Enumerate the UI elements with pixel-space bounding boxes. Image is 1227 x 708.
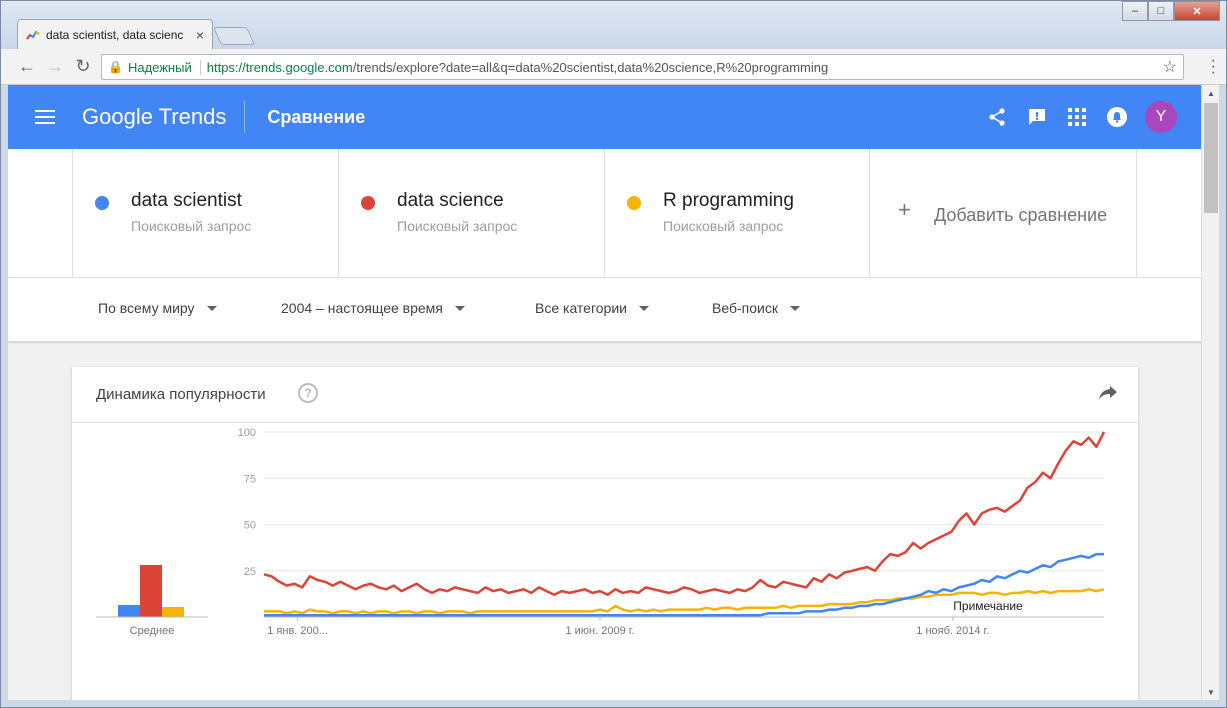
plus-icon: +	[898, 197, 911, 222]
note-label: Примечание	[953, 599, 1023, 613]
x-tick-label: 1 янв. 200...	[267, 625, 328, 637]
title-bar: data scientist, data scienc × – □ ✕	[1, 1, 1226, 49]
logo-trends: Trends	[152, 104, 227, 129]
y-tick-label: 100	[238, 427, 256, 439]
y-tick-label: 25	[244, 566, 256, 578]
term-type: Поисковый запрос	[663, 218, 784, 234]
period-label: 2004 – настоящее время	[281, 300, 443, 316]
url-path: /trends/explore?date=all&q=data%20scient…	[352, 59, 829, 75]
dropdown-caret-icon	[206, 305, 217, 311]
term-name: data scientist	[131, 190, 242, 211]
term-card-data-scientist[interactable]: data scientist Поисковый запрос	[72, 149, 338, 277]
term-card-data-science[interactable]: data science Поисковый запрос	[338, 149, 604, 277]
region-label: По всему миру	[98, 300, 195, 316]
dropdown-caret-icon	[638, 305, 649, 311]
search-type-dropdown[interactable]: Веб-поиск	[712, 300, 800, 316]
term-type: Поисковый запрос	[131, 218, 252, 234]
average-bar	[118, 605, 140, 617]
page-title: Сравнение	[267, 106, 366, 127]
avatar[interactable]: Y	[1145, 101, 1177, 133]
scroll-up-arrow-icon[interactable]: ▲	[1202, 85, 1220, 101]
notifications-icon[interactable]	[1101, 101, 1133, 133]
secure-label: Надежный	[128, 59, 201, 75]
header-divider	[244, 101, 246, 133]
interest-over-time-card: Динамика популярности ? 100 75 50 25 1 янв. …	[72, 367, 1138, 700]
trends-header: Google Trends Сравнение Y	[8, 85, 1201, 149]
trends-favicon-icon	[26, 30, 40, 40]
term-color-dot	[95, 196, 109, 210]
browser-toolbar: ← → ↻ 🔒 Надежный https://trends.google.c…	[1, 49, 1226, 85]
period-dropdown[interactable]: 2004 – настоящее время	[281, 300, 465, 316]
google-trends-logo[interactable]: Google Trends	[82, 104, 226, 130]
category-label: Все категории	[535, 300, 627, 316]
interest-chart[interactable]: 100 75 50 25 1 янв. 200... 1 июн. 2009 г. 1 но…	[72, 424, 1138, 700]
scroll-thumb[interactable]	[1204, 103, 1218, 213]
dropdown-caret-icon	[454, 305, 465, 311]
share-icon[interactable]	[981, 101, 1013, 133]
back-arrow-icon[interactable]: ←	[13, 53, 41, 81]
average-label: Среднее	[130, 625, 175, 637]
url-host: https://trends.google.com	[206, 59, 353, 75]
card-title: Динамика популярности	[96, 386, 266, 403]
browser-tab[interactable]: data scientist, data scienc ×	[17, 19, 213, 49]
close-window-button[interactable]: ✕	[1174, 1, 1220, 21]
maximize-button[interactable]: □	[1148, 1, 1174, 21]
scroll-down-arrow-icon[interactable]: ▼	[1202, 684, 1220, 700]
help-icon[interactable]: ?	[298, 383, 318, 403]
tab-close-icon[interactable]: ×	[196, 27, 204, 43]
tab-title: data scientist, data scienc	[46, 27, 184, 42]
term-name: R programming	[663, 190, 794, 211]
bookmark-star-icon[interactable]: ☆	[1163, 57, 1177, 77]
term-color-dot	[627, 196, 641, 210]
apps-grid-icon[interactable]	[1061, 101, 1093, 133]
page-scrollbar[interactable]: ▲ ▼	[1201, 85, 1219, 700]
logo-google: Google	[82, 104, 153, 129]
forward-arrow-icon[interactable]: →	[41, 53, 69, 81]
window-controls: – □ ✕	[1122, 1, 1220, 21]
dropdown-caret-icon	[789, 305, 800, 311]
reload-icon[interactable]: ↻	[69, 53, 97, 81]
term-name: data science	[397, 190, 504, 211]
header-actions: Y	[973, 101, 1177, 133]
menu-icon[interactable]	[35, 106, 55, 128]
feedback-icon[interactable]	[1021, 101, 1053, 133]
minimize-button[interactable]: –	[1122, 1, 1148, 21]
compare-terms-bar: data scientist Поисковый запрос data sci…	[8, 149, 1201, 277]
add-comparison-button[interactable]: + Добавить сравнение	[869, 149, 1137, 277]
share-arrow-icon[interactable]	[1098, 385, 1118, 406]
lock-icon: 🔒	[108, 60, 123, 74]
average-bar	[162, 607, 184, 617]
address-bar[interactable]: 🔒 Надежный https://trends.google.com/tre…	[101, 54, 1184, 80]
add-comparison-label: Добавить сравнение	[934, 205, 1108, 225]
card-header: Динамика популярности ?	[72, 367, 1138, 423]
new-tab-button[interactable]	[212, 27, 256, 45]
filters-bar: По всему миру 2004 – настоящее время Все…	[8, 278, 1201, 341]
category-dropdown[interactable]: Все категории	[535, 300, 649, 316]
y-tick-label: 75	[244, 473, 256, 485]
average-bar	[140, 565, 162, 617]
x-tick-label: 1 июн. 2009 г.	[565, 625, 634, 637]
term-color-dot	[361, 196, 375, 210]
y-tick-label: 50	[244, 520, 256, 532]
search-type-label: Веб-поиск	[712, 300, 778, 316]
page-viewport: Google Trends Сравнение Y data scientist…	[8, 85, 1201, 700]
region-dropdown[interactable]: По всему миру	[98, 300, 217, 316]
url-text: https://trends.google.com/trends/explore…	[207, 60, 1163, 75]
x-tick-label: 1 нояб. 2014 г.	[916, 625, 989, 637]
term-card-r-programming[interactable]: R programming Поисковый запрос	[604, 149, 870, 277]
browser-menu-icon[interactable]: · · ·	[1211, 53, 1216, 81]
term-type: Поисковый запрос	[397, 218, 518, 234]
